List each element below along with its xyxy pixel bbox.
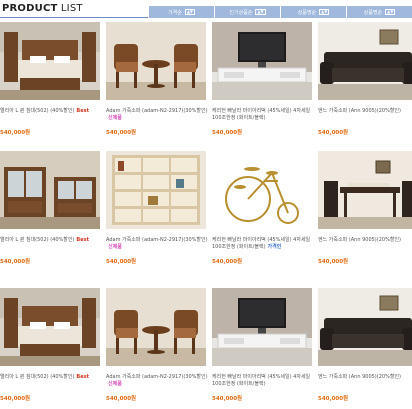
product-price: 540,000원 (106, 259, 137, 265)
product-price: 540,000원 (0, 396, 31, 402)
product-name-link[interactable]: 엔느 가죽소파 (Ann 9005)(20%할인) (318, 108, 412, 115)
product-image[interactable] (318, 22, 412, 100)
sort-bar: 가격순 ▲▼ 인기상품순 ▲▼ 상품명순 ▲▼ 상품명순 ▲▼ (148, 6, 412, 18)
product-image[interactable] (106, 288, 206, 366)
product-name-link[interactable]: 케리헌 빠날라 마이아리떡 (45%세일) 4자세일 100조한정 (화이트/블… (212, 374, 314, 388)
product-price: 540,000원 (212, 396, 243, 402)
product-price: 540,000원 (0, 259, 31, 265)
product-badge: 가격인 (267, 244, 282, 250)
product-price: 540,000원 (212, 259, 243, 265)
product-badge: 신제품 (108, 381, 122, 387)
sort-arrow-icon: ▲▼ (255, 9, 266, 15)
product-name-link[interactable]: 엔느 가죽소파 (Ann 9005)(20%할인) (318, 374, 412, 381)
product-price: 540,000원 (0, 130, 31, 136)
sort-tab-price[interactable]: 가격순 ▲▼ (148, 6, 214, 18)
product-name-link[interactable]: Adam 가죽소파 (adam-N2-2917)(30%할인)신제품 (106, 108, 208, 122)
sort-arrow-icon: ▲▼ (319, 9, 330, 15)
product-price: 540,000원 (106, 396, 137, 402)
product-image[interactable] (212, 151, 312, 229)
sort-tab-name[interactable]: 상품명순 ▲▼ (280, 6, 346, 18)
product-badge: Best (76, 374, 89, 380)
product-image[interactable] (318, 288, 412, 366)
sort-tab-name-2[interactable]: 상품명순 ▲▼ (346, 6, 412, 18)
product-price: 540,000원 (212, 130, 243, 136)
product-image[interactable] (0, 22, 100, 100)
product-badge: Best (76, 108, 89, 114)
product-list-header: PRODUCT LIST 가격순 ▲▼ 인기상품순 ▲▼ 상품명순 ▲▼ 상품명순 ▲▼ (0, 0, 412, 20)
product-name-link[interactable]: 엘리아 L 퀸 침대(502) (40%할인) Best (0, 374, 102, 381)
product-name-link[interactable]: Adam 가죽소파 (adam-N2-2917)(30%할인)신제품 (106, 374, 208, 388)
product-name-link[interactable]: 엔느 가죽소파 (Ann 9005)(20%할인) (318, 237, 412, 244)
product-badge: 신제품 (108, 244, 122, 250)
product-badge: 신제품 (108, 115, 122, 121)
product-image[interactable] (0, 288, 100, 366)
product-image[interactable] (106, 22, 206, 100)
sort-arrow-icon: ▲▼ (184, 9, 195, 15)
product-badge: Best (76, 237, 89, 243)
product-price: 540,000원 (318, 130, 349, 136)
product-image[interactable] (318, 151, 412, 229)
sort-arrow-icon: ▲▼ (385, 9, 396, 15)
product-image[interactable] (0, 151, 100, 229)
product-name-link[interactable]: 엘리아 L 퀸 침대(502) (40%할인) Best (0, 237, 102, 244)
product-name-link[interactable]: 엘리아 L 퀸 침대(502) (40%할인) Best (0, 108, 102, 115)
product-name-link[interactable]: 케리헌 빠날라 마이아리떡 (45%세일) 4자세일 100조한정 (화이트/블… (212, 237, 314, 251)
product-image[interactable] (212, 22, 312, 100)
product-image[interactable] (212, 288, 312, 366)
product-name-link[interactable]: Adam 가죽소파 (adam-N2-2917)(30%할인)신제품 (106, 237, 208, 251)
product-price: 540,000원 (106, 130, 137, 136)
product-price: 540,000원 (318, 259, 349, 265)
page-title: PRODUCT LIST (2, 3, 83, 14)
product-name-link[interactable]: 케리헌 빠날라 마이아리떡 (45%세일) 4자세일 100조한정 (화이트/블… (212, 108, 314, 122)
sort-tab-popular[interactable]: 인기상품순 ▲▼ (214, 6, 280, 18)
product-price: 540,000원 (318, 396, 349, 402)
product-image[interactable] (106, 151, 206, 229)
